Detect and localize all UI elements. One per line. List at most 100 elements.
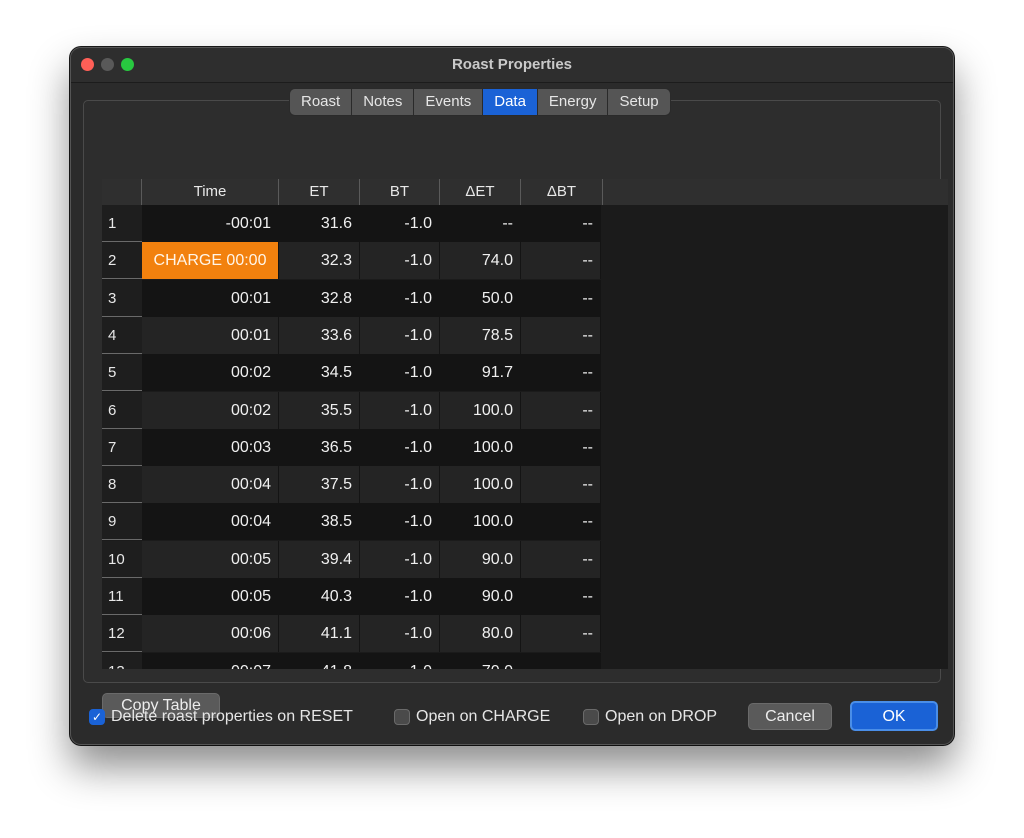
open-on-drop-checkbox[interactable]: Open on DROP	[583, 708, 717, 726]
bt-cell[interactable]: -1.0	[360, 242, 440, 280]
delta-bt-cell[interactable]: --	[521, 540, 601, 578]
time-cell[interactable]: 00:01	[142, 316, 279, 354]
delta-bt-cell[interactable]: --	[521, 205, 601, 242]
delta-bt-cell[interactable]: --	[521, 615, 601, 653]
row-number[interactable]: 12	[102, 615, 142, 653]
cancel-button[interactable]: Cancel	[748, 703, 832, 730]
et-cell[interactable]: 34.5	[279, 354, 360, 392]
et-cell[interactable]: 41.1	[279, 615, 360, 653]
header-delta-bt[interactable]: ΔBT	[521, 179, 603, 205]
time-cell[interactable]: -00:01	[142, 205, 279, 242]
delta-et-cell[interactable]: 80.0	[440, 615, 521, 653]
table-row[interactable]: 6 00:02 35.5 -1.0 100.0 --	[102, 391, 601, 429]
delta-bt-cell[interactable]: --	[521, 354, 601, 392]
time-cell[interactable]: 00:04	[142, 466, 279, 504]
tab-roast[interactable]: Roast	[290, 89, 353, 115]
delta-bt-cell[interactable]: --	[521, 503, 601, 541]
time-cell[interactable]: 00:04	[142, 503, 279, 541]
table-row[interactable]: 7 00:03 36.5 -1.0 100.0 --	[102, 428, 601, 466]
delta-et-cell[interactable]: 74.0	[440, 242, 521, 280]
table-row[interactable]: 8 00:04 37.5 -1.0 100.0 --	[102, 466, 601, 504]
row-number[interactable]: 1	[102, 205, 142, 242]
table-row[interactable]: 5 00:02 34.5 -1.0 91.7 --	[102, 354, 601, 392]
delta-et-cell[interactable]: 50.0	[440, 279, 521, 317]
et-cell[interactable]: 39.4	[279, 540, 360, 578]
table-row[interactable]: 1300:0741.8-1.070.0--	[102, 652, 601, 669]
row-number[interactable]: 7	[102, 428, 142, 466]
delta-et-cell[interactable]: 90.0	[440, 578, 521, 615]
time-cell[interactable]: 00:05	[142, 578, 279, 615]
time-cell[interactable]: CHARGE 00:00	[142, 242, 279, 280]
header-corner[interactable]	[102, 179, 142, 205]
table-row[interactable]: 1 -00:01 31.6 -1.0 -- --	[102, 205, 601, 242]
et-cell[interactable]: 33.6	[279, 316, 360, 354]
time-cell[interactable]: 00:06	[142, 615, 279, 653]
bt-cell[interactable]: -1.0	[360, 391, 440, 429]
delta-bt-cell[interactable]: --	[521, 279, 601, 317]
table-row[interactable]: 12 00:06 41.1 -1.0 80.0 --	[102, 615, 601, 653]
delta-et-cell[interactable]: 91.7	[440, 354, 521, 392]
table-row[interactable]: 11 00:05 40.3 -1.0 90.0 --	[102, 578, 601, 615]
bt-cell[interactable]: -1.0	[360, 279, 440, 317]
et-cell[interactable]: 37.5	[279, 466, 360, 504]
delta-bt-cell[interactable]: --	[521, 391, 601, 429]
bt-cell[interactable]: -1.0	[360, 578, 440, 615]
bt-cell[interactable]: -1.0	[360, 205, 440, 242]
delta-et-cell[interactable]: 90.0	[440, 540, 521, 578]
bt-cell[interactable]: -1.0	[360, 652, 440, 669]
et-cell[interactable]: 38.5	[279, 503, 360, 541]
header-delta-et[interactable]: ΔET	[440, 179, 521, 205]
et-cell[interactable]: 40.3	[279, 578, 360, 615]
time-cell[interactable]: 00:02	[142, 391, 279, 429]
row-number[interactable]: 5	[102, 354, 142, 392]
bt-cell[interactable]: -1.0	[360, 428, 440, 466]
time-cell[interactable]: 00:03	[142, 428, 279, 466]
table-row[interactable]: 2 CHARGE 00:00 32.3 -1.0 74.0 --	[102, 242, 601, 280]
row-number[interactable]: 2	[102, 242, 142, 280]
bt-cell[interactable]: -1.0	[360, 615, 440, 653]
tab-notes[interactable]: Notes	[352, 89, 415, 115]
table-row[interactable]: 9 00:04 38.5 -1.0 100.0 --	[102, 503, 601, 541]
data-table[interactable]: Time ET BT ΔET ΔBT 1 -00:01 31.6 -1.0 -- -- 2 C…	[102, 179, 948, 669]
time-cell[interactable]: 00:02	[142, 354, 279, 392]
bt-cell[interactable]: -1.0	[360, 540, 440, 578]
row-number[interactable]: 13	[102, 652, 142, 669]
delta-et-cell[interactable]: --	[440, 205, 521, 242]
open-on-charge-checkbox[interactable]: Open on CHARGE	[394, 708, 550, 726]
et-cell[interactable]: 41.8	[279, 652, 360, 669]
delta-bt-cell[interactable]: --	[521, 578, 601, 615]
et-cell[interactable]: 36.5	[279, 428, 360, 466]
et-cell[interactable]: 35.5	[279, 391, 360, 429]
tab-events[interactable]: Events	[414, 89, 484, 115]
bt-cell[interactable]: -1.0	[360, 354, 440, 392]
tab-energy[interactable]: Energy	[537, 89, 609, 115]
et-cell[interactable]: 32.3	[279, 242, 360, 280]
delta-bt-cell[interactable]: --	[521, 316, 601, 354]
delta-bt-cell[interactable]: --	[521, 466, 601, 504]
delta-bt-cell[interactable]: --	[521, 428, 601, 466]
table-row[interactable]: 4 00:01 33.6 -1.0 78.5 --	[102, 316, 601, 354]
row-number[interactable]: 10	[102, 540, 142, 578]
delta-et-cell[interactable]: 70.0	[440, 652, 521, 669]
et-cell[interactable]: 31.6	[279, 205, 360, 242]
row-number[interactable]: 9	[102, 503, 142, 541]
bt-cell[interactable]: -1.0	[360, 503, 440, 541]
delta-et-cell[interactable]: 100.0	[440, 503, 521, 541]
table-row[interactable]: 3 00:01 32.8 -1.0 50.0 --	[102, 279, 601, 317]
ok-button[interactable]: OK	[850, 701, 938, 731]
row-number[interactable]: 11	[102, 578, 142, 615]
bt-cell[interactable]: -1.0	[360, 466, 440, 504]
header-bt[interactable]: BT	[360, 179, 440, 205]
row-number[interactable]: 6	[102, 391, 142, 429]
tab-data[interactable]: Data	[483, 89, 538, 115]
delta-et-cell[interactable]: 78.5	[440, 316, 521, 354]
delta-et-cell[interactable]: 100.0	[440, 428, 521, 466]
table-row[interactable]: 10 00:05 39.4 -1.0 90.0 --	[102, 540, 601, 578]
row-number[interactable]: 3	[102, 279, 142, 317]
bt-cell[interactable]: -1.0	[360, 316, 440, 354]
delta-bt-cell[interactable]: --	[521, 242, 601, 280]
header-time[interactable]: Time	[142, 179, 279, 205]
delta-et-cell[interactable]: 100.0	[440, 466, 521, 504]
tab-setup[interactable]: Setup	[608, 89, 670, 115]
time-cell[interactable]: 00:07	[142, 652, 279, 669]
